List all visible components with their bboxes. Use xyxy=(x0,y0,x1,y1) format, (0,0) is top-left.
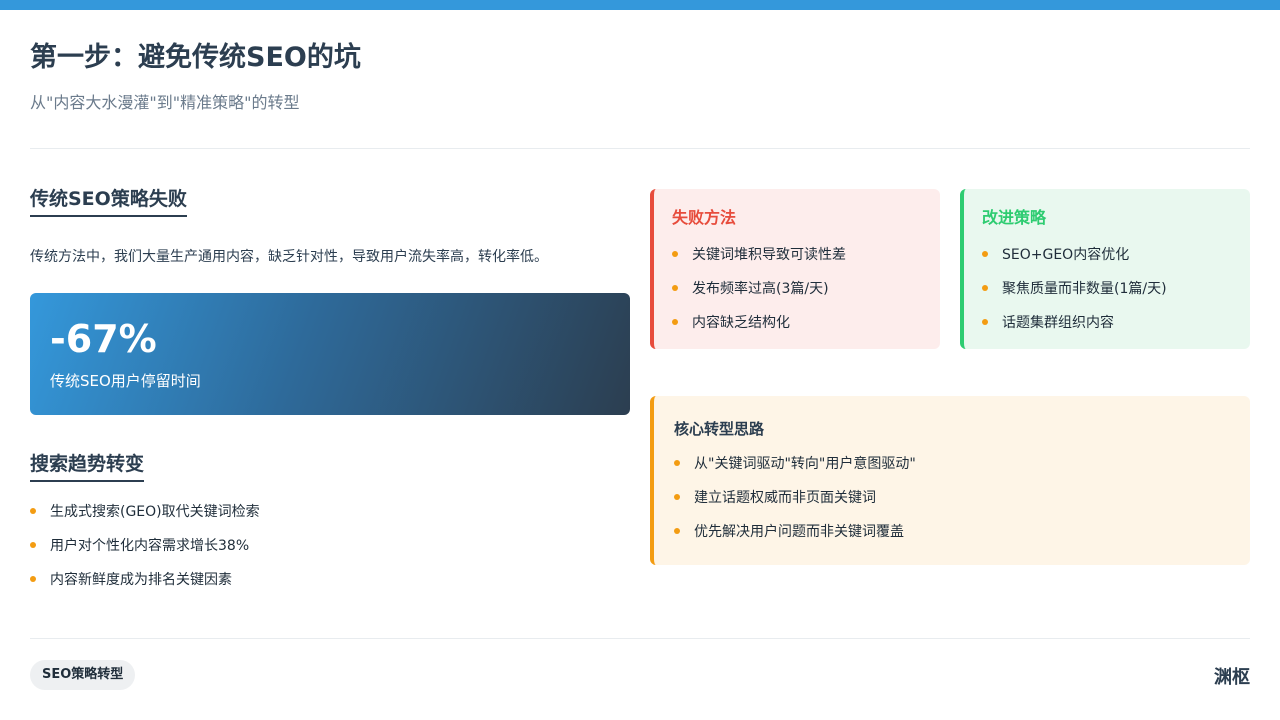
fail-methods-card: 失败方法 关键词堆积导致可读性差 发布频率过高(3篇/天) 内容缺乏结构化 xyxy=(650,189,940,349)
list-item: 内容缺乏结构化 xyxy=(672,313,922,333)
improve-strategy-card: 改进策略 SEO+GEO内容优化 聚焦质量而非数量(1篇/天) 话题集群组织内容 xyxy=(960,189,1250,349)
core-idea-card: 核心转型思路 从"关键词驱动"转向"用户意图驱动" 建立话题权威而非页面关键词 … xyxy=(650,396,1250,565)
list-item: 话题集群组织内容 xyxy=(982,313,1232,333)
core-card-title: 核心转型思路 xyxy=(674,420,765,438)
header-divider xyxy=(30,148,1250,149)
list-item: 从"关键词驱动"转向"用户意图驱动" xyxy=(674,454,1230,474)
intro-text: 传统方法中，我们大量生产通用内容，缺乏针对性，导致用户流失率高，转化率低。 xyxy=(30,249,548,265)
section-title-traditional: 传统SEO策略失败 xyxy=(30,186,187,217)
list-item: 关键词堆积导致可读性差 xyxy=(672,245,922,265)
page-header: 第一步：避免传统SEO的坑 从"内容大水漫灌"到"精准策略"的转型 xyxy=(30,40,1250,114)
trend-list: 生成式搜索(GEO)取代关键词检索 用户对个性化内容需求增长38% 内容新鲜度成… xyxy=(30,502,630,590)
improve-card-title: 改进策略 xyxy=(982,208,1047,227)
improve-list: SEO+GEO内容优化 聚焦质量而非数量(1篇/天) 话题集群组织内容 xyxy=(982,245,1232,333)
left-column: 传统SEO策略失败 传统方法中，我们大量生产通用内容，缺乏针对性，导致用户流失率… xyxy=(30,186,630,604)
stat-card: -67% 传统SEO用户停留时间 xyxy=(30,293,630,415)
fail-card-title: 失败方法 xyxy=(672,208,737,227)
stat-label: 传统SEO用户停留时间 xyxy=(50,372,201,390)
topic-tag: SEO策略转型 xyxy=(30,660,136,690)
list-item: 建立话题权威而非页面关键词 xyxy=(674,488,1230,508)
core-list: 从"关键词驱动"转向"用户意图驱动" 建立话题权威而非页面关键词 优先解决用户问… xyxy=(674,454,1230,542)
list-item: 发布频率过高(3篇/天) xyxy=(672,279,922,299)
top-accent-bar xyxy=(0,0,1280,10)
page-title: 第一步：避免传统SEO的坑 xyxy=(30,42,361,73)
fail-list: 关键词堆积导致可读性差 发布频率过高(3篇/天) 内容缺乏结构化 xyxy=(672,245,922,333)
list-item: 聚焦质量而非数量(1篇/天) xyxy=(982,279,1232,299)
footer-divider xyxy=(30,638,1250,639)
list-item: 用户对个性化内容需求增长38% xyxy=(30,536,630,556)
section-title-trend: 搜索趋势转变 xyxy=(30,451,145,482)
list-item: 生成式搜索(GEO)取代关键词检索 xyxy=(30,502,630,522)
list-item: SEO+GEO内容优化 xyxy=(982,245,1232,265)
list-item: 内容新鲜度成为排名关键因素 xyxy=(30,570,630,590)
page-subtitle: 从"内容大水漫灌"到"精准策略"的转型 xyxy=(30,93,300,112)
brand-logo: 渊枢 xyxy=(1214,667,1250,688)
list-item: 优先解决用户问题而非关键词覆盖 xyxy=(674,522,1230,542)
stat-value: -67% xyxy=(50,317,157,361)
trend-section: 搜索趋势转变 生成式搜索(GEO)取代关键词检索 用户对个性化内容需求增长38%… xyxy=(30,451,630,590)
